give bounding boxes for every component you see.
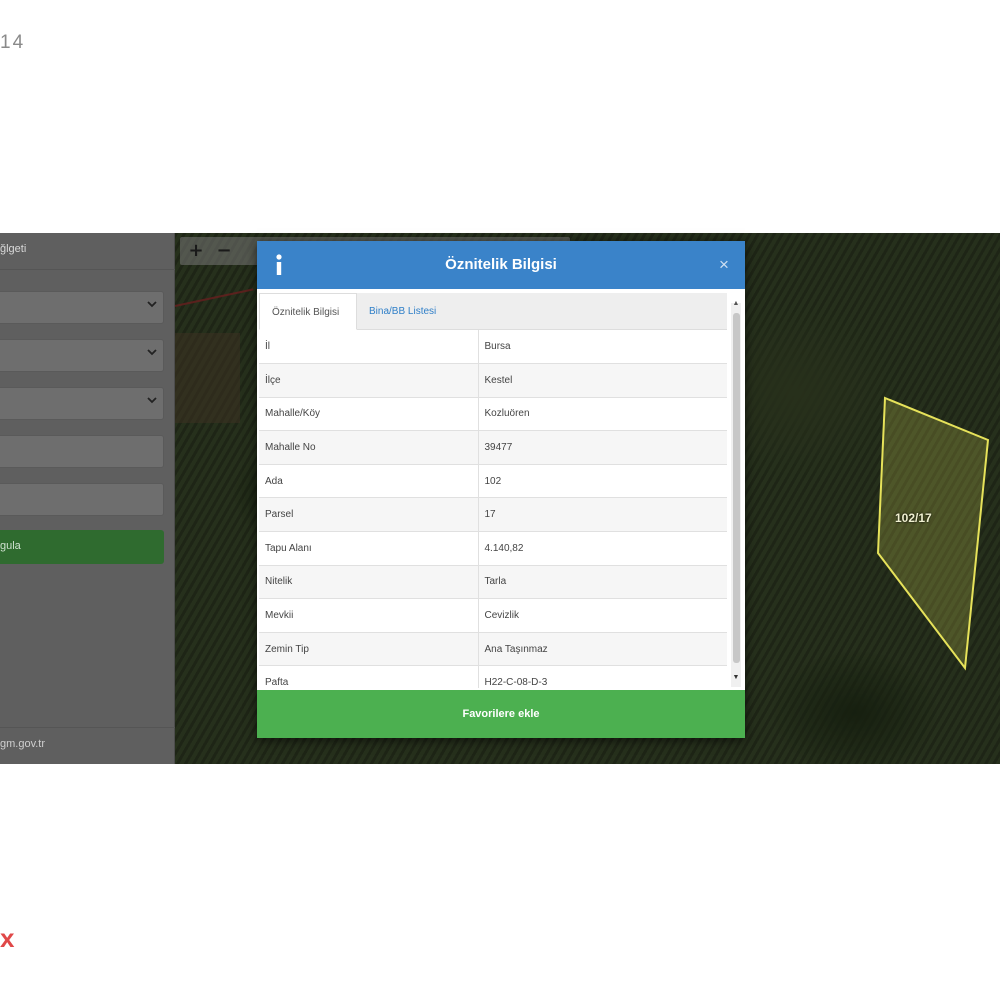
scroll-up-icon[interactable]: ▲: [731, 299, 741, 309]
tab-attribute-info[interactable]: Öznitelik Bilgisi: [259, 293, 357, 330]
table-row: Mahalle No 39477: [259, 430, 727, 465]
sidebar: ğlgeti gula gm.gov.tr: [0, 233, 175, 764]
attribute-key: Pafta: [259, 665, 479, 688]
close-icon[interactable]: ×: [716, 256, 732, 273]
table-row: Pafta H22-C-08-D-3: [259, 665, 727, 688]
table-row: Mevkii Cevizlik: [259, 598, 727, 633]
attribute-value: Ana Taşınmaz: [478, 632, 727, 667]
province-select[interactable]: [0, 291, 164, 324]
attribute-key: Nitelik: [259, 565, 479, 600]
table-row: Zemin Tip Ana Taşınmaz: [259, 632, 727, 667]
table-row: Nitelik Tarla: [259, 565, 727, 600]
tab-building-list[interactable]: Bina/BB Listesi: [357, 293, 477, 330]
modal-tabs: Öznitelik Bilgisi Bina/BB Listesi: [259, 293, 727, 330]
attribute-value: 39477: [478, 430, 727, 465]
table-row: İl Bursa: [259, 330, 727, 365]
zoom-out-button[interactable]: −: [214, 241, 234, 261]
sidebar-header: ğlgeti: [0, 233, 175, 270]
modal-title: Öznitelik Bilgisi: [445, 256, 557, 273]
parcel-input[interactable]: [0, 483, 164, 516]
attribute-key: Parsel: [259, 497, 479, 533]
chevron-down-icon: [147, 397, 157, 404]
corner-mark: x: [0, 923, 15, 953]
district-select[interactable]: [0, 339, 164, 372]
page: 14 + − 102/17 ğlgeti gula gm.gov.tr Özni…: [0, 0, 1000, 1000]
attribute-key: Mevkii: [259, 598, 479, 633]
attribute-table: İl Bursa İlçe Kestel Mahalle/Köy Kozluören Mah…: [259, 330, 727, 688]
neighborhood-select[interactable]: [0, 387, 164, 420]
attribute-value: Bursa: [478, 330, 727, 365]
attribute-value: Kestel: [478, 363, 727, 398]
attribute-value: Tarla: [478, 565, 727, 600]
attribute-value: Kozluören: [478, 397, 727, 432]
attribute-key: Tapu Alanı: [259, 531, 479, 566]
table-row: Parsel 17: [259, 497, 727, 533]
table-row: Mahalle/Köy Kozluören: [259, 397, 727, 432]
sidebar-footer[interactable]: gm.gov.tr: [0, 727, 175, 764]
attribute-key: İl: [259, 330, 479, 365]
modal-header: Öznitelik Bilgisi ×: [257, 241, 745, 289]
table-row: Tapu Alanı 4.140,82: [259, 531, 727, 566]
query-button[interactable]: gula: [0, 530, 164, 564]
chevron-down-icon: [147, 301, 157, 308]
block-input[interactable]: [0, 435, 164, 468]
scroll-down-icon[interactable]: ▼: [731, 673, 741, 683]
attribute-value: 102: [478, 464, 727, 499]
attribute-value: 17: [478, 497, 727, 533]
attribute-key: İlçe: [259, 363, 479, 398]
parcel-label: 102/17: [895, 511, 932, 525]
page-number: 14: [0, 32, 26, 53]
attribute-key: Mahalle No: [259, 430, 479, 465]
parcel-outline[interactable]: [860, 388, 1000, 678]
table-row: Ada 102: [259, 464, 727, 499]
chevron-down-icon: [147, 349, 157, 356]
attribute-key: Zemin Tip: [259, 632, 479, 667]
attribute-key: Mahalle/Köy: [259, 397, 479, 432]
add-to-favorites-button[interactable]: Favorilere ekle: [257, 690, 745, 738]
attribute-modal: Öznitelik Bilgisi × Öznitelik Bilgisi Bi…: [257, 241, 745, 738]
zoom-in-button[interactable]: +: [186, 241, 206, 261]
attribute-value: Cevizlik: [478, 598, 727, 633]
attribute-value: 4.140,82: [478, 531, 727, 566]
attribute-value: H22-C-08-D-3: [478, 665, 727, 688]
scrollbar-thumb[interactable]: [733, 313, 740, 663]
attribute-key: Ada: [259, 464, 479, 499]
table-row: İlçe Kestel: [259, 363, 727, 398]
